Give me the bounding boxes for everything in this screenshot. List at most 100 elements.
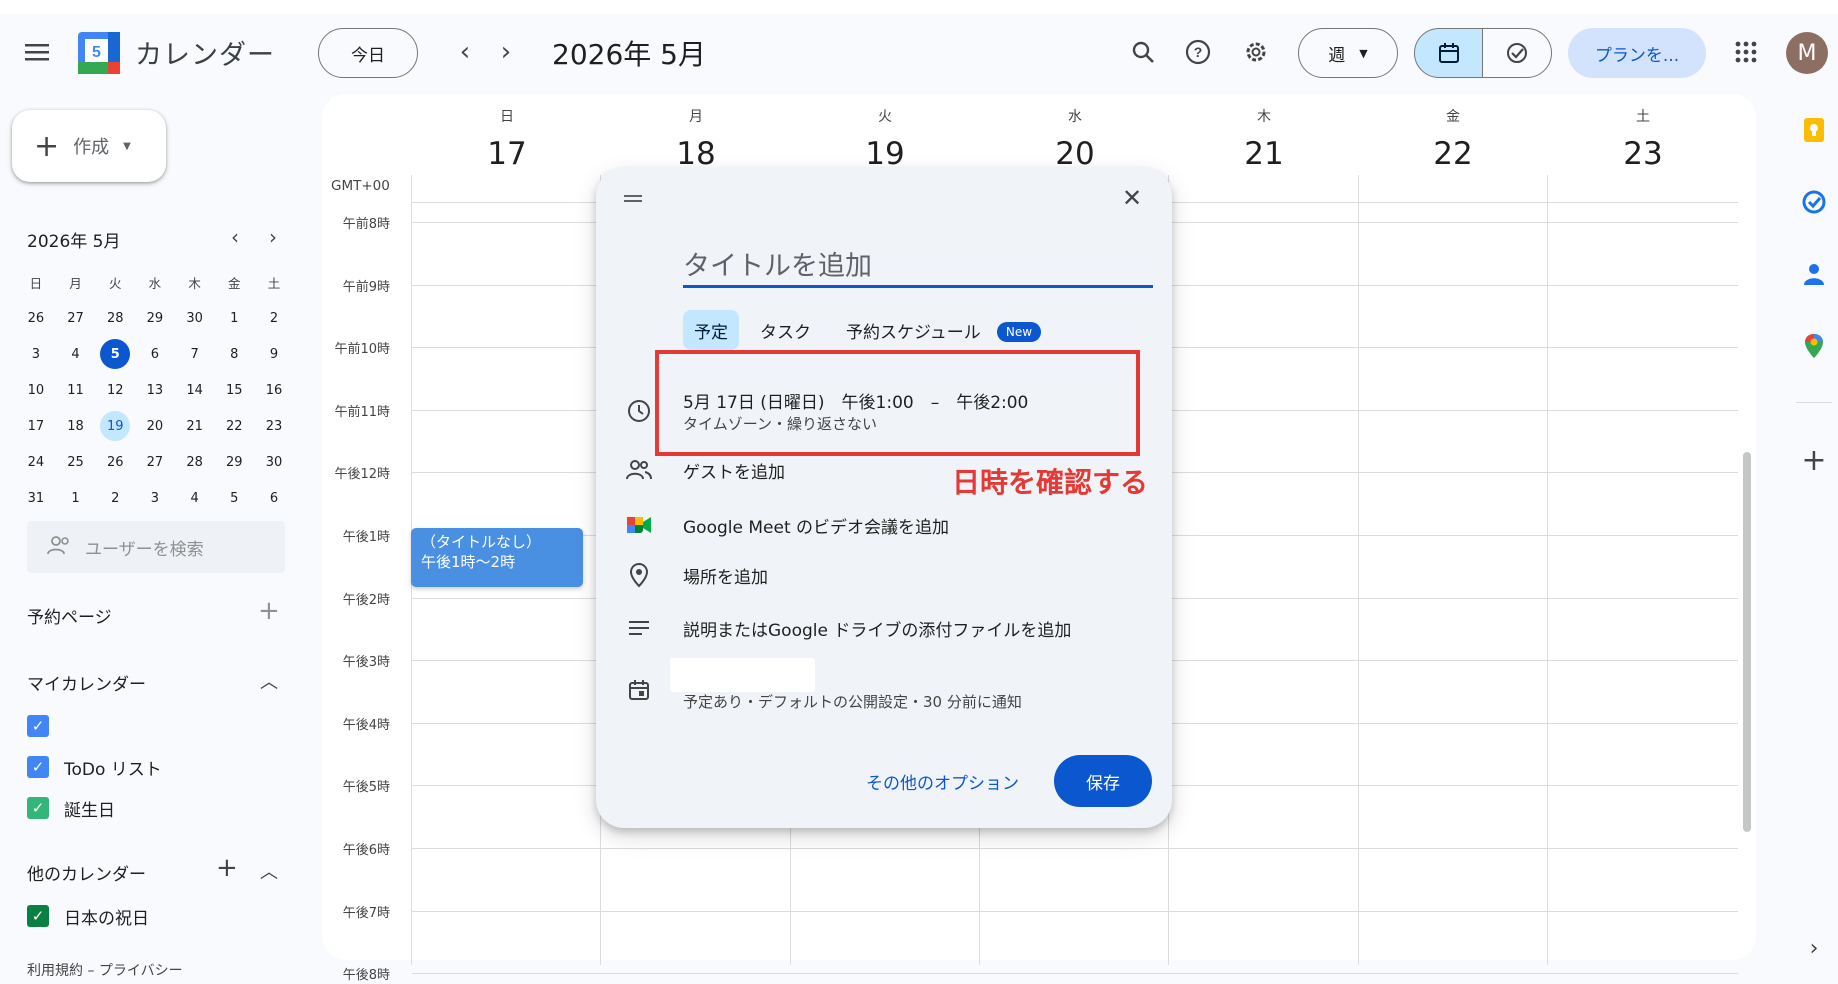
add-description-field[interactable]: 説明またはGoogle ドライブの添付ファイルを追加: [683, 616, 1071, 641]
calendar-select-chip[interactable]: [670, 658, 815, 692]
day-header-6[interactable]: 土 23: [1548, 106, 1738, 172]
mini-day[interactable]: 15: [214, 372, 254, 408]
mini-day[interactable]: 6: [135, 336, 175, 372]
mini-prev-icon[interactable]: ‹: [220, 222, 250, 252]
mini-day[interactable]: 30: [175, 300, 215, 336]
add-other-calendar-icon[interactable]: +: [216, 853, 238, 883]
calendar-mode-button[interactable]: [1414, 28, 1484, 78]
chevron-up-icon[interactable]: ︿: [260, 858, 278, 884]
mini-day[interactable]: 5: [100, 339, 131, 369]
side-panel-toggle-icon[interactable]: ›: [1798, 932, 1830, 964]
prev-week-icon[interactable]: ‹: [447, 34, 483, 70]
search-icon[interactable]: [1127, 36, 1159, 68]
mini-next-icon[interactable]: ›: [258, 222, 288, 252]
mini-day[interactable]: 27: [135, 444, 175, 480]
keep-icon[interactable]: [1798, 114, 1830, 146]
create-button[interactable]: + 作成 ▼: [12, 110, 166, 182]
mini-day[interactable]: 26: [16, 300, 56, 336]
mini-day[interactable]: 2: [95, 480, 135, 516]
mini-day[interactable]: 13: [135, 372, 175, 408]
add-guests-field[interactable]: ゲストを追加: [683, 458, 785, 483]
mini-day[interactable]: 12: [95, 372, 135, 408]
mini-day[interactable]: 30: [254, 444, 294, 480]
mini-day[interactable]: 28: [175, 444, 215, 480]
my-calendar-checkbox-birthday[interactable]: ✓: [27, 797, 49, 819]
tab-event[interactable]: 予定: [683, 310, 739, 350]
save-button[interactable]: 保存: [1054, 755, 1152, 807]
tab-appointment-schedule[interactable]: 予約スケジュール: [835, 310, 992, 350]
tasks-icon[interactable]: [1798, 186, 1830, 218]
mini-day[interactable]: 10: [16, 372, 56, 408]
mini-day[interactable]: 5: [214, 480, 254, 516]
mini-day[interactable]: 18: [56, 408, 96, 444]
mini-day[interactable]: 14: [175, 372, 215, 408]
my-calendar-checkbox-0[interactable]: ✓: [27, 715, 49, 737]
day-header-4[interactable]: 木 21: [1169, 106, 1359, 172]
settings-gear-icon[interactable]: [1240, 36, 1272, 68]
mini-day[interactable]: 25: [56, 444, 96, 480]
mini-day[interactable]: 7: [175, 336, 215, 372]
next-week-icon[interactable]: ›: [488, 34, 524, 70]
event-title-input[interactable]: タイトルを追加: [683, 244, 1153, 288]
main-menu-icon[interactable]: [18, 36, 56, 68]
mini-day[interactable]: 21: [175, 408, 215, 444]
avatar[interactable]: M: [1786, 32, 1828, 74]
mini-day[interactable]: 9: [254, 336, 294, 372]
add-location-field[interactable]: 場所を追加: [683, 563, 768, 588]
add-meet-button[interactable]: Google Meet のビデオ会議を追加: [683, 513, 949, 538]
other-calendars-label[interactable]: 他のカレンダー: [27, 860, 146, 885]
mini-day[interactable]: 24: [16, 444, 56, 480]
mini-day[interactable]: 11: [56, 372, 96, 408]
mini-day[interactable]: 8: [214, 336, 254, 372]
calendar-logo-icon[interactable]: 5: [78, 32, 120, 74]
event-block[interactable]: （タイトルなし） 午後1時～2時: [411, 528, 583, 587]
mini-day[interactable]: 4: [175, 480, 215, 516]
mini-day[interactable]: 2: [254, 300, 294, 336]
mini-day[interactable]: 17: [16, 408, 56, 444]
day-header-3[interactable]: 水 20: [980, 106, 1170, 172]
contacts-icon[interactable]: [1798, 258, 1830, 290]
mini-day[interactable]: 16: [254, 372, 294, 408]
mini-day[interactable]: 3: [16, 336, 56, 372]
chevron-up-icon[interactable]: ︿: [260, 668, 278, 694]
maps-icon[interactable]: [1798, 330, 1830, 362]
mini-day[interactable]: 20: [135, 408, 175, 444]
mini-day[interactable]: 28: [95, 300, 135, 336]
mini-day[interactable]: 27: [56, 300, 96, 336]
mini-day[interactable]: 6: [254, 480, 294, 516]
apps-grid-icon[interactable]: [1730, 36, 1762, 68]
mini-day[interactable]: 23: [254, 408, 294, 444]
mini-day[interactable]: 4: [56, 336, 96, 372]
add-booking-page-icon[interactable]: +: [258, 596, 280, 626]
other-calendar-checkbox-holidays[interactable]: ✓: [27, 905, 49, 927]
plan-upgrade-button[interactable]: プランを...: [1568, 28, 1706, 78]
mini-day[interactable]: 29: [214, 444, 254, 480]
mini-day[interactable]: 31: [16, 480, 56, 516]
my-calendars-label[interactable]: マイカレンダー: [27, 670, 146, 695]
mini-day[interactable]: 1: [56, 480, 96, 516]
add-addon-icon[interactable]: +: [1798, 443, 1830, 478]
today-button[interactable]: 今日: [318, 28, 418, 78]
mini-day[interactable]: 22: [214, 408, 254, 444]
mini-day[interactable]: 26: [95, 444, 135, 480]
day-header-2[interactable]: 火 19: [790, 106, 980, 172]
mini-day[interactable]: 3: [135, 480, 175, 516]
calendar-visibility-info[interactable]: 予定あり・デフォルトの公開設定・30 分前に通知: [683, 691, 1022, 712]
help-icon[interactable]: ?: [1182, 36, 1214, 68]
scrollbar[interactable]: [1743, 452, 1751, 832]
user-search-input[interactable]: ユーザーを検索: [27, 521, 285, 573]
more-options-button[interactable]: その他のオプション: [866, 769, 1019, 794]
day-header-1[interactable]: 月 18: [601, 106, 791, 172]
close-icon[interactable]: ✕: [1122, 184, 1142, 212]
tab-task[interactable]: タスク: [749, 310, 822, 350]
drag-handle-icon[interactable]: [624, 190, 642, 209]
mini-day[interactable]: 19: [100, 411, 131, 441]
view-selector[interactable]: 週 ▼: [1298, 28, 1398, 78]
day-header-0[interactable]: 日 17: [412, 106, 602, 172]
day-header-5[interactable]: 金 22: [1358, 106, 1548, 172]
mini-day[interactable]: 29: [135, 300, 175, 336]
my-calendar-checkbox-todo[interactable]: ✓: [27, 756, 49, 778]
footer-links[interactable]: 利用規約 – プライバシー: [27, 960, 183, 980]
mini-day[interactable]: 1: [214, 300, 254, 336]
tasks-mode-button[interactable]: [1482, 28, 1552, 78]
